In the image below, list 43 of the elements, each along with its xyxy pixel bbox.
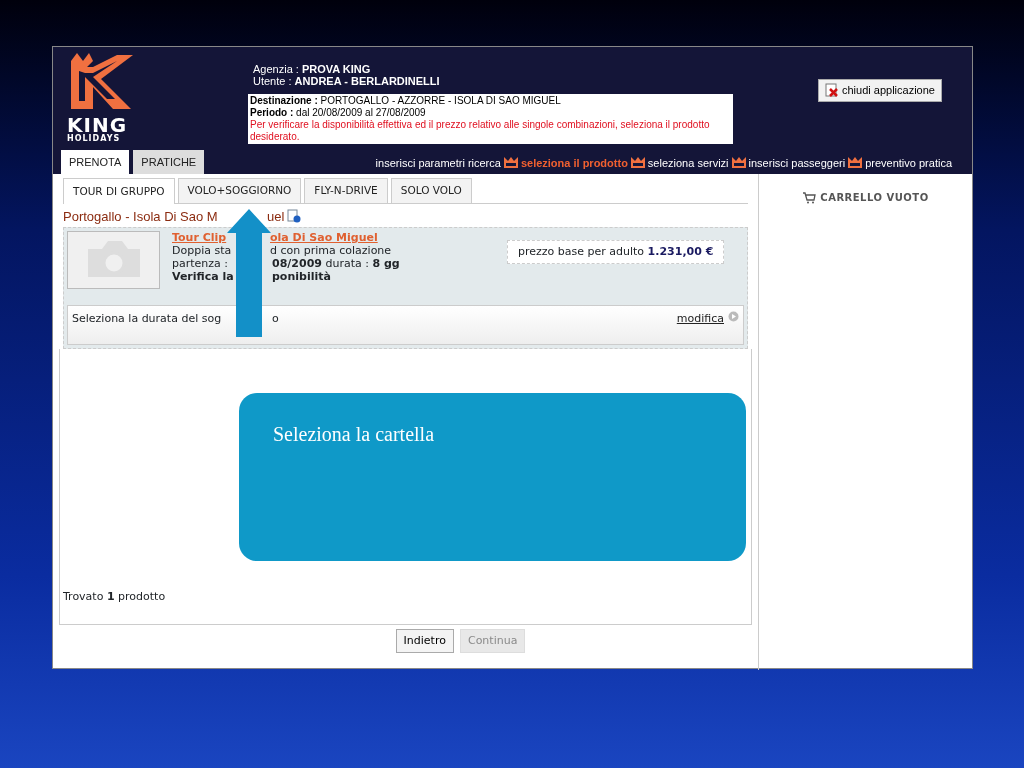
product-detail: d con prima colazione [270,243,392,257]
product-detail: 08/2009 durata : 8 gg [272,256,400,270]
destination-text: Destinazione : PORTOGALLO - AZZORRE - ISOLA DI SAO MIGUEL [250,95,562,107]
edit-link[interactable]: modifica [676,310,739,339]
callout-text: Seleziona la cartella [273,423,434,445]
destination-title: uel [267,208,285,224]
main-tab[interactable]: PRATICHE [133,149,205,174]
category-tab[interactable]: SOLO VOLO [390,178,472,203]
product-detail: Doppia sta [172,243,232,257]
period-text: Periodo : dal 20/08/2009 al 27/08/2009 [250,107,427,119]
step-label: inserisci parametri ricerca [375,155,501,171]
step-label: preventivo pratica [865,155,952,171]
category-tab[interactable]: VOLO+SOGGIORNO [177,178,302,203]
crown-icon [503,157,518,169]
agency-text: Agenzia : PROVA KING [253,63,372,75]
step-label: seleziona servizi [647,155,729,171]
category-tab[interactable]: FLY-N-DRIVE [304,178,388,203]
crown-icon [630,157,645,169]
crown-icon [848,157,863,169]
duration-text: Seleziona la durata del sog [72,310,223,327]
product-detail: Verifica la [172,269,235,283]
duration-text: o [272,310,279,327]
product-detail: ponibilità [272,269,331,283]
user-text: Utente : ANDREA - BERLARDINELLI [253,75,440,87]
play-icon [728,310,739,322]
crown-icon [731,157,746,169]
main-tab[interactable]: PRENOTA [61,149,130,174]
cart-icon [802,192,817,204]
cart-empty-label: CARRELLO VUOTO [820,192,929,203]
result-count: Trovato 1 prodotto [63,589,166,606]
notice-text: Per verificare la disponibilità effettiva ed il prezzo relativo alle singole combinazioni, seleziona il prodotto desiderato. [250,119,711,143]
step-label: seleziona il prodotto [520,155,628,171]
document-icon [287,208,302,223]
product-detail: partenza : [172,256,229,270]
close-icon [825,83,839,98]
price-label: prezzo base per adulto 1.231,00 € [507,239,725,265]
step-label: inserisci passeggeri [748,155,846,171]
destination-title: Portogallo - Isola Di Sao M [63,208,219,224]
logo-tagline: HOLIDAYS [67,135,122,143]
logo-text: KING [67,115,129,135]
back-button[interactable]: Indietro [395,628,454,654]
category-tab[interactable]: TOUR DI GRUPPO [63,178,175,204]
close-app-button[interactable]: chiudi applicazione [818,79,942,102]
